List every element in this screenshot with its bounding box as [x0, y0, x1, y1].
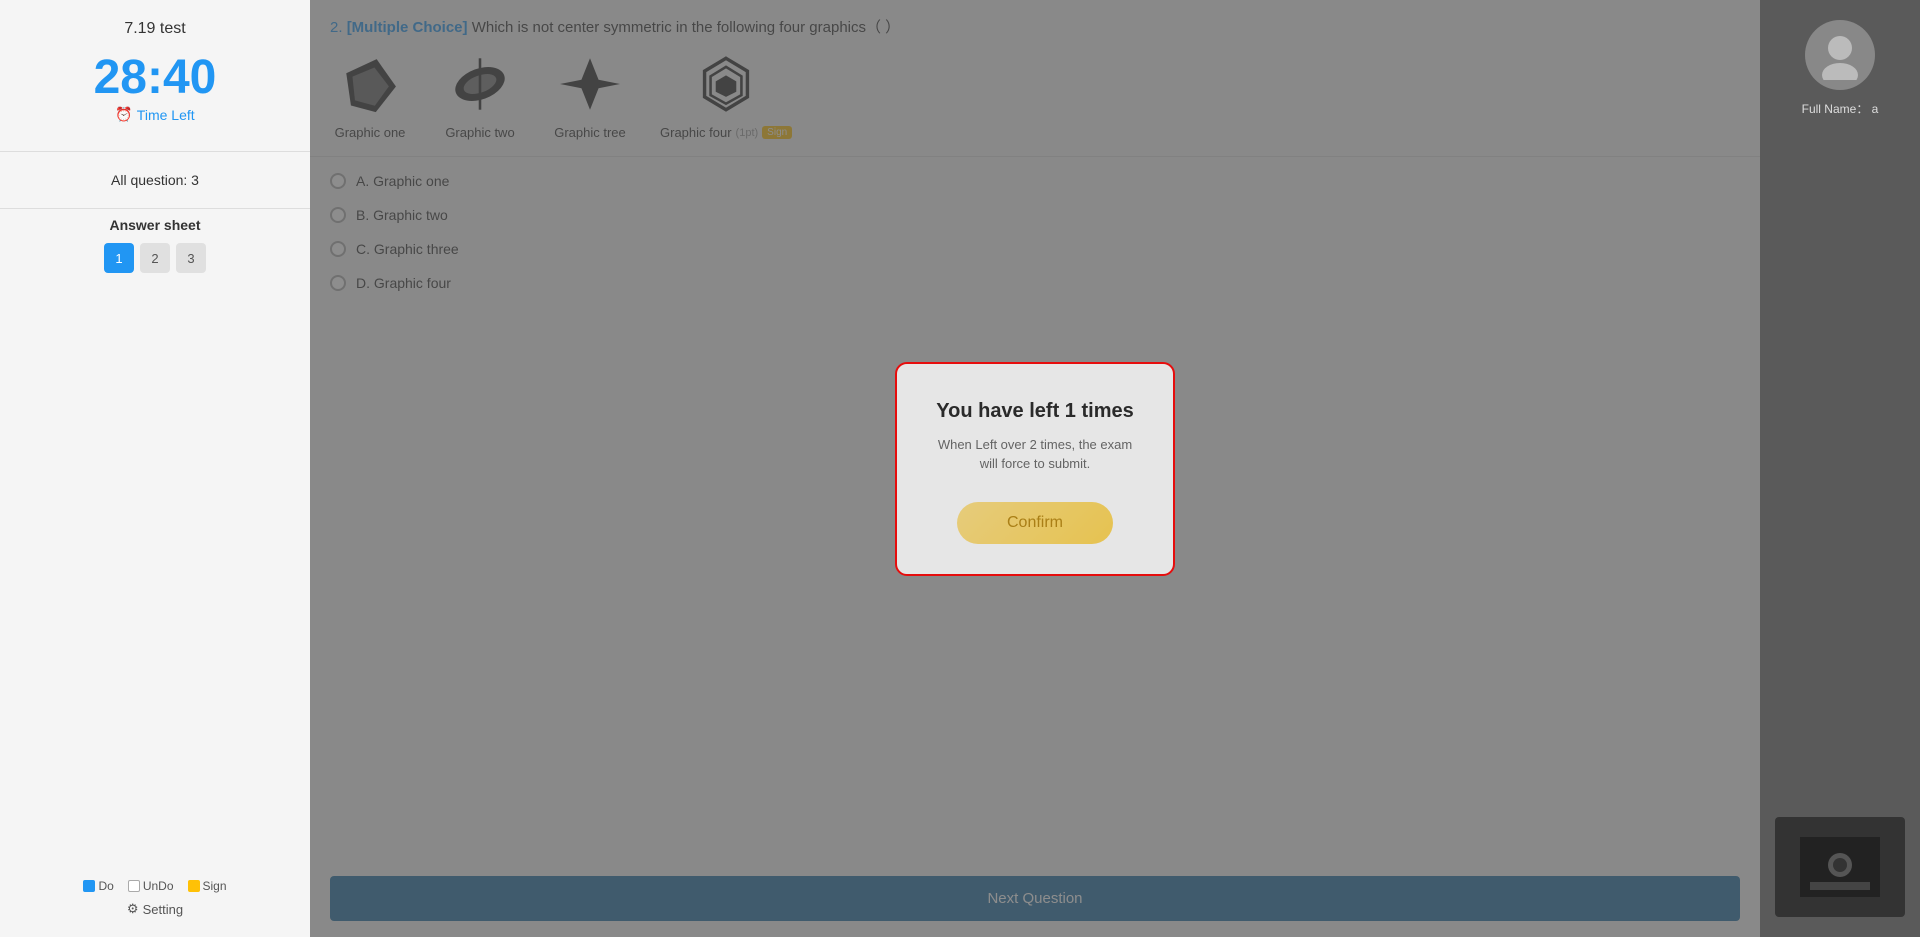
divider-2: [0, 208, 310, 209]
confirm-button[interactable]: Confirm: [957, 502, 1113, 544]
legend-do: Do: [83, 879, 113, 893]
full-name-label: Full Name：: [1802, 102, 1869, 116]
main-container: 7.19 test 28:40 ⏰ Time Left All question…: [0, 0, 1920, 937]
answer-num-1[interactable]: 1: [104, 243, 134, 273]
all-question: All question: 3: [111, 172, 199, 188]
setting-button[interactable]: ⚙ Setting: [127, 901, 183, 917]
do-dot: [83, 880, 95, 892]
full-name-row: Full Name： a: [1802, 100, 1879, 117]
legend-row: Do UnDo Sign: [83, 879, 226, 893]
test-title: 7.19 test: [124, 20, 185, 38]
answer-sheet-label: Answer sheet: [109, 217, 200, 233]
modal-overlay: You have left 1 times When Left over 2 t…: [310, 0, 1760, 937]
clock-icon: ⏰: [115, 106, 132, 123]
modal-description: When Left over 2 times, the exam will fo…: [927, 435, 1143, 474]
legend-sign: Sign: [188, 879, 227, 893]
gear-icon: ⚙: [127, 901, 139, 917]
sidebar: 7.19 test 28:40 ⏰ Time Left All question…: [0, 0, 310, 937]
divider-1: [0, 151, 310, 152]
camera-preview: [1775, 817, 1905, 917]
sidebar-footer: Do UnDo Sign ⚙ Setting: [83, 879, 226, 937]
sign-dot: [188, 880, 200, 892]
timer-display: 28:40: [94, 54, 217, 102]
modal-title: You have left 1 times: [927, 400, 1143, 423]
right-panel: Full Name： a: [1760, 0, 1920, 937]
camera-preview-icon: [1800, 837, 1880, 897]
undo-dot: [128, 880, 140, 892]
answer-numbers: 1 2 3: [104, 243, 206, 273]
warning-modal: You have left 1 times When Left over 2 t…: [895, 362, 1175, 576]
answer-num-3[interactable]: 3: [176, 243, 206, 273]
time-left-label: ⏰ Time Left: [115, 106, 194, 123]
legend-undo: UnDo: [128, 879, 174, 893]
answer-num-2[interactable]: 2: [140, 243, 170, 273]
full-name-value: a: [1872, 102, 1879, 116]
avatar-icon: [1815, 30, 1865, 80]
content-area: 2. [Multiple Choice] Which is not center…: [310, 0, 1760, 937]
avatar: [1805, 20, 1875, 90]
